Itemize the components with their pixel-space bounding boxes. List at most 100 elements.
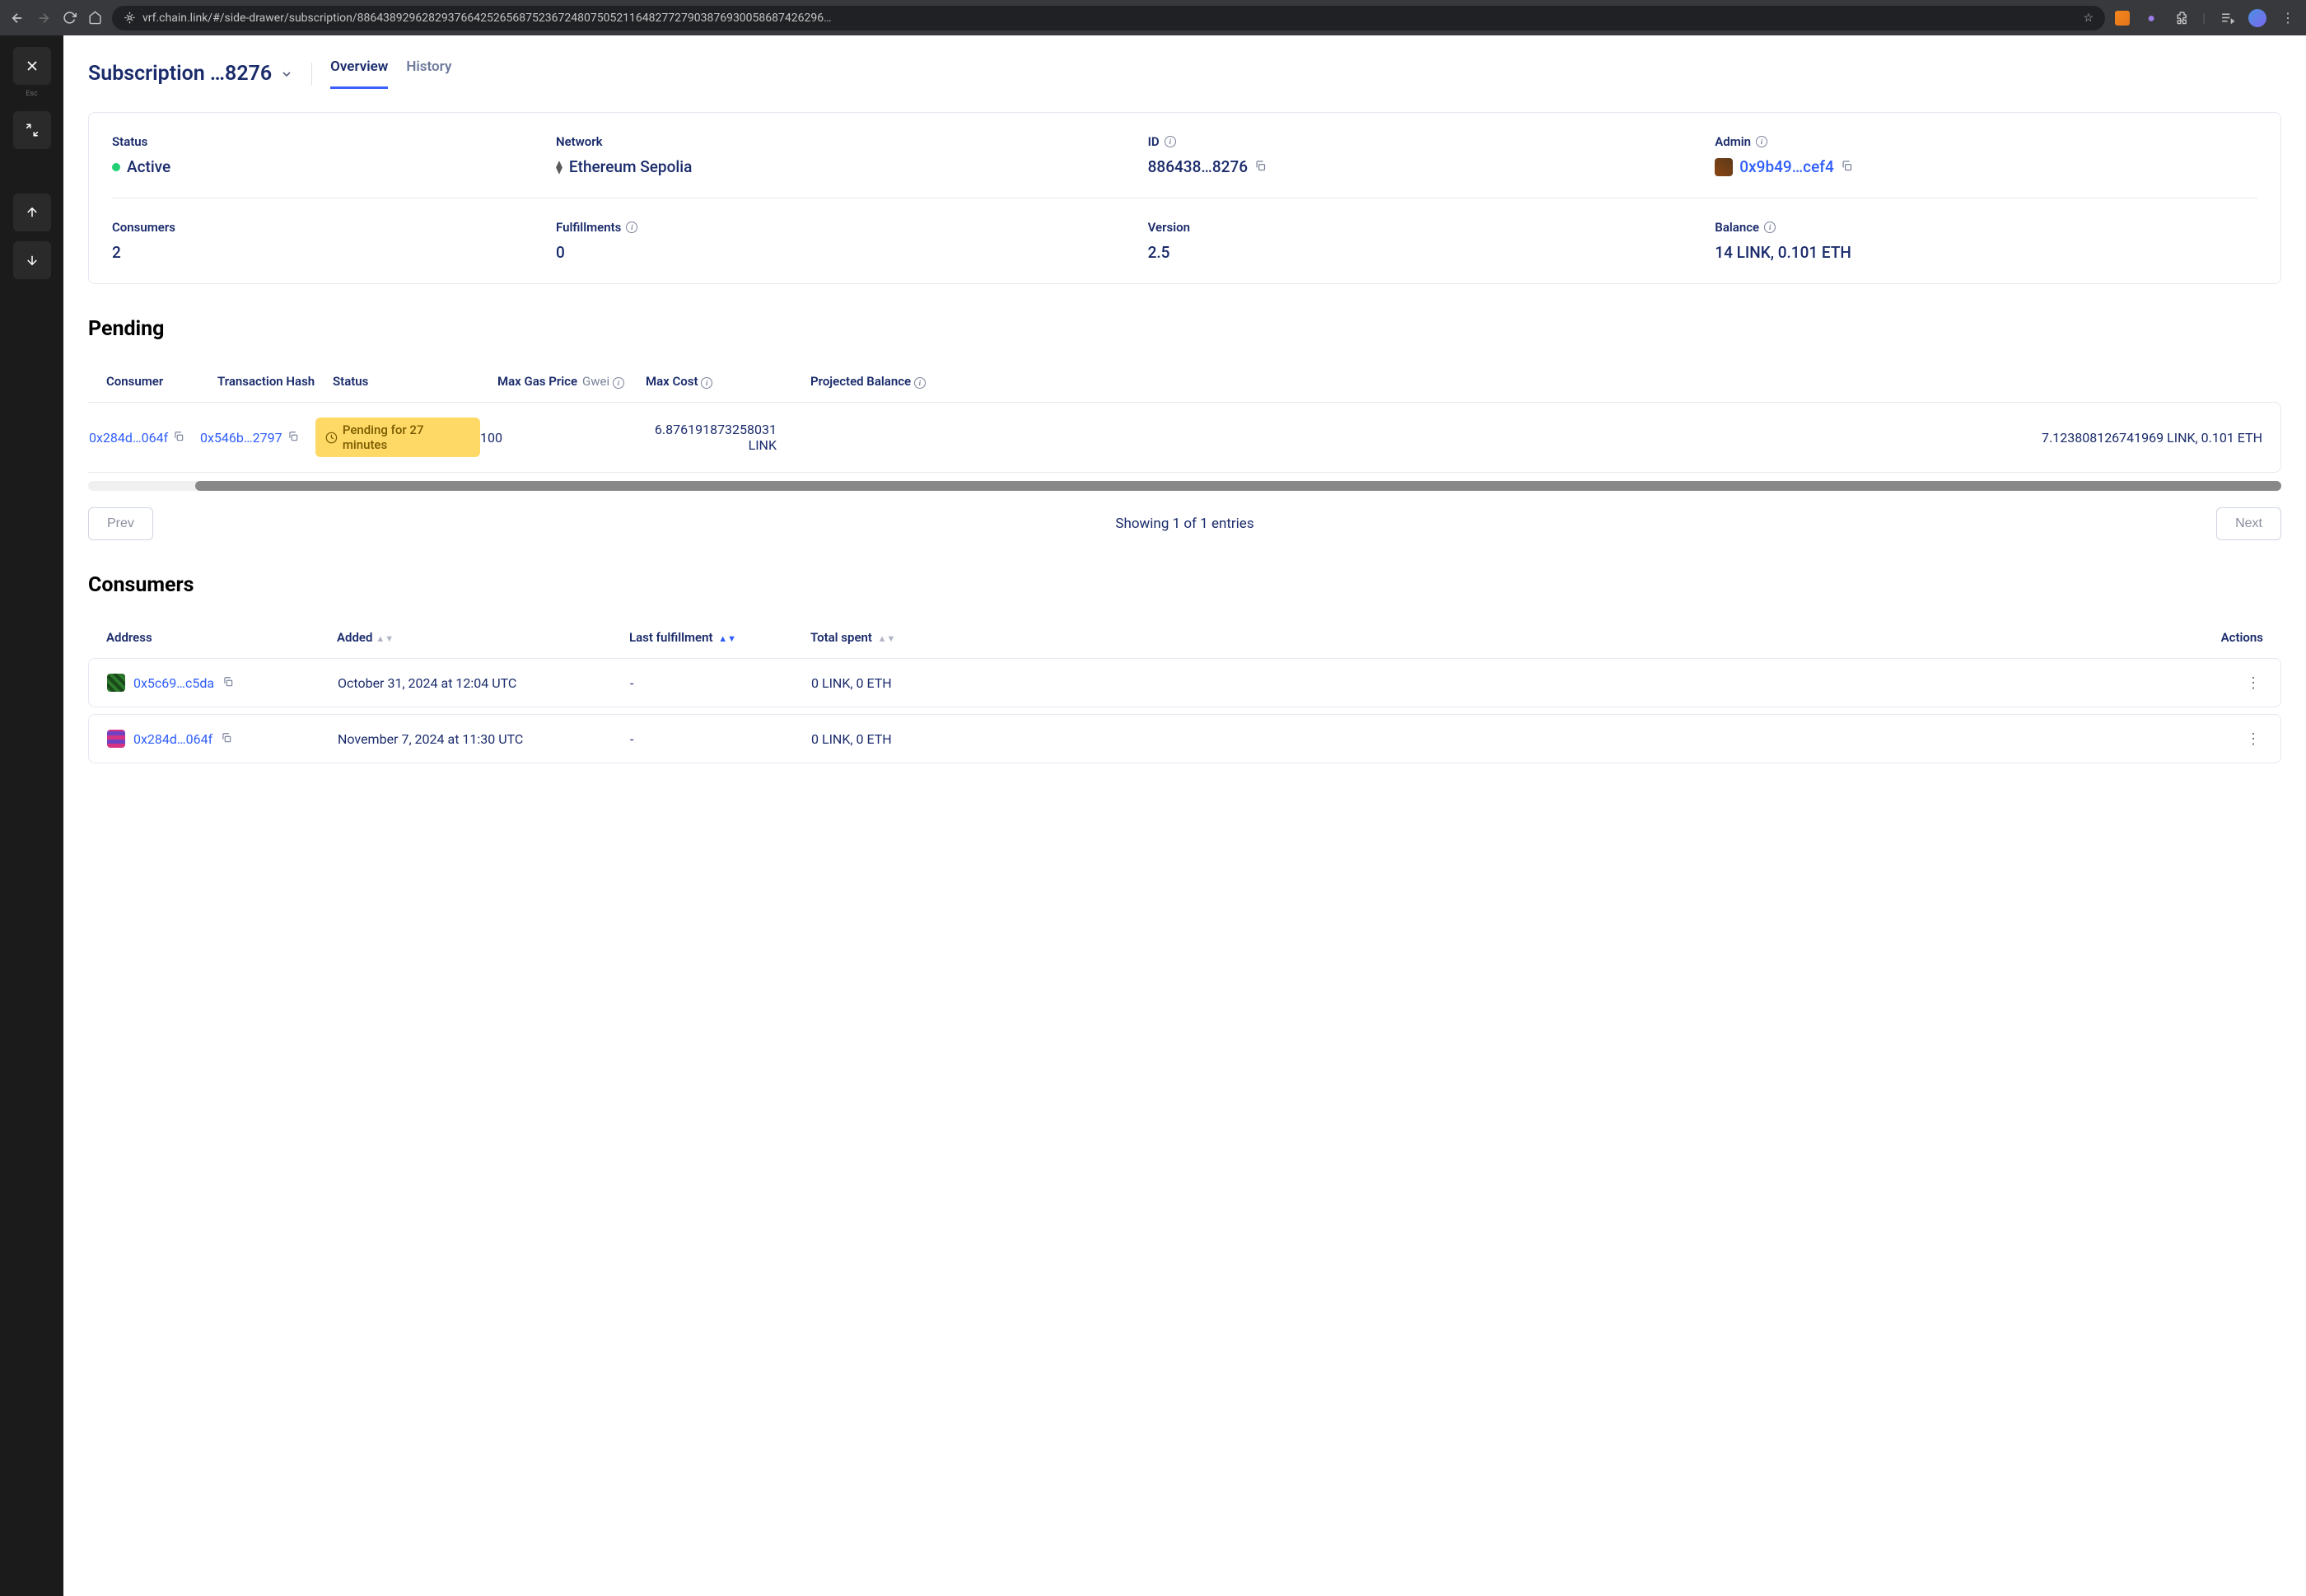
admin-label: Admin bbox=[1715, 134, 1751, 149]
pending-title: Pending bbox=[88, 317, 2281, 341]
col-added[interactable]: Added bbox=[337, 630, 372, 645]
tab-history[interactable]: History bbox=[406, 58, 451, 89]
maxcost-value: 6.876191873258031 LINK bbox=[628, 422, 777, 453]
col-txhash: Transaction Hash bbox=[217, 374, 333, 389]
sort-icon[interactable]: ▲▼ bbox=[717, 633, 737, 644]
ethereum-icon: ⧫ bbox=[556, 159, 562, 175]
close-drawer-button[interactable] bbox=[13, 47, 51, 85]
identicon-icon bbox=[1715, 158, 1733, 176]
arrow-up-button[interactable] bbox=[13, 194, 51, 231]
sort-icon[interactable]: ▲▼ bbox=[376, 633, 394, 644]
row-actions-menu[interactable]: ⋮ bbox=[2246, 730, 2262, 748]
sort-icon[interactable]: ▲▼ bbox=[875, 633, 896, 644]
pending-header-row: Consumer Transaction Hash Status Max Gas… bbox=[88, 361, 2281, 402]
site-settings-icon[interactable] bbox=[124, 12, 136, 24]
balance-label: Balance bbox=[1715, 220, 1759, 235]
info-icon[interactable]: i bbox=[1756, 136, 1767, 147]
consumer-address-link[interactable]: 0x284d…064f bbox=[133, 731, 212, 747]
copy-icon[interactable] bbox=[287, 430, 299, 446]
version-value: 2.5 bbox=[1148, 243, 1691, 262]
col-lastful[interactable]: Last fulfillment bbox=[629, 630, 713, 645]
copy-icon[interactable] bbox=[1841, 157, 1853, 176]
col-actions: Actions bbox=[992, 630, 2263, 645]
added-value: October 31, 2024 at 12:04 UTC bbox=[338, 675, 630, 691]
star-icon[interactable]: ☆ bbox=[2084, 12, 2094, 25]
balance-value: 14 LINK, 0.101 ETH bbox=[1715, 243, 2257, 262]
info-icon[interactable]: i bbox=[613, 377, 624, 389]
identicon-icon bbox=[107, 730, 125, 748]
profile-avatar-icon[interactable] bbox=[2248, 9, 2266, 27]
info-icon[interactable]: i bbox=[701, 377, 712, 389]
scrollbar-thumb[interactable] bbox=[195, 481, 2281, 491]
back-button[interactable] bbox=[10, 11, 25, 26]
consumers-title: Consumers bbox=[88, 573, 2281, 597]
col-spent[interactable]: Total spent bbox=[810, 630, 872, 645]
col-address: Address bbox=[106, 630, 337, 645]
added-value: November 7, 2024 at 11:30 UTC bbox=[338, 731, 630, 747]
version-label: Version bbox=[1148, 220, 1691, 235]
fulfillments-value: 0 bbox=[556, 243, 1123, 262]
col-maxgas: Max Gas Price bbox=[497, 374, 577, 389]
esc-label: Esc bbox=[26, 90, 37, 98]
metamask-extension-icon[interactable] bbox=[2115, 11, 2130, 26]
home-button[interactable] bbox=[88, 11, 102, 25]
divider bbox=[311, 63, 312, 86]
col-projbal: Projected Balance bbox=[810, 374, 911, 389]
row-actions-menu[interactable]: ⋮ bbox=[2246, 674, 2262, 692]
info-icon[interactable]: i bbox=[1165, 136, 1176, 147]
consumers-label: Consumers bbox=[112, 220, 531, 235]
page-title[interactable]: Subscription …8276 bbox=[88, 62, 293, 86]
info-icon[interactable]: i bbox=[1764, 222, 1776, 233]
info-icon[interactable]: i bbox=[626, 222, 637, 233]
reload-button[interactable] bbox=[63, 11, 77, 25]
collapse-button[interactable] bbox=[13, 111, 51, 149]
consumer-address-link[interactable]: 0x5c69…c5da bbox=[133, 675, 214, 691]
lastful-value: - bbox=[630, 731, 811, 747]
copy-icon[interactable] bbox=[221, 731, 232, 747]
status-label: Status bbox=[112, 134, 531, 149]
consumer-link[interactable]: 0x284d…064f bbox=[89, 430, 168, 446]
tab-overview[interactable]: Overview bbox=[330, 58, 388, 89]
lastful-value: - bbox=[630, 675, 811, 691]
nav-arrows bbox=[10, 11, 102, 26]
copy-icon[interactable] bbox=[1254, 157, 1267, 176]
pagination: Prev Showing 1 of 1 entries Next bbox=[88, 507, 2281, 540]
identicon-icon bbox=[107, 674, 125, 692]
clock-icon bbox=[325, 432, 338, 444]
network-label: Network bbox=[556, 134, 1123, 149]
spent-value: 0 LINK, 0 ETH bbox=[811, 675, 992, 691]
browser-chrome: vrf.chain.link/#/side-drawer/subscriptio… bbox=[0, 0, 2306, 35]
main-content: Subscription …8276 Overview History Stat… bbox=[63, 35, 2306, 1596]
extensions-puzzle-icon[interactable] bbox=[2173, 10, 2189, 26]
tabs: Overview History bbox=[330, 58, 451, 89]
next-button[interactable]: Next bbox=[2216, 507, 2281, 540]
pending-row: ıt 12:00 UTC 0x284d…064f 0x546b…2797 Pen… bbox=[88, 402, 2281, 473]
id-value: 886438…8276 bbox=[1148, 157, 1248, 176]
gwei-unit: Gwei bbox=[582, 374, 609, 389]
prev-button[interactable]: Prev bbox=[88, 507, 153, 540]
status-badge-text: Pending for 27 minutes bbox=[343, 422, 470, 452]
txhash-link[interactable]: 0x546b…2797 bbox=[200, 430, 282, 446]
col-status: Status bbox=[333, 374, 497, 389]
status-badge: Pending for 27 minutes bbox=[315, 418, 480, 457]
url-bar[interactable]: vrf.chain.link/#/side-drawer/subscriptio… bbox=[112, 6, 2105, 30]
extension-icon-2[interactable]: ● bbox=[2143, 10, 2159, 26]
drawer-sidebar: Esc bbox=[0, 35, 63, 1596]
chrome-menu-icon[interactable]: ⋮ bbox=[2280, 10, 2296, 26]
page-title-text: Subscription …8276 bbox=[88, 62, 272, 86]
status-value: Active bbox=[127, 157, 170, 176]
pending-table-scroll[interactable]: Consumer Transaction Hash Status Max Gas… bbox=[88, 361, 2281, 481]
pending-table: Consumer Transaction Hash Status Max Gas… bbox=[88, 361, 2281, 473]
info-icon[interactable]: i bbox=[914, 377, 926, 389]
copy-icon[interactable] bbox=[222, 675, 234, 691]
col-maxcost: Max Cost bbox=[646, 374, 698, 389]
consumer-row: 0x284d…064f November 7, 2024 at 11:30 UT… bbox=[88, 714, 2281, 763]
chrome-extensions: ● | ⋮ bbox=[2115, 9, 2296, 27]
admin-address-link[interactable]: 0x9b49…cef4 bbox=[1739, 157, 1833, 176]
forward-button[interactable] bbox=[36, 11, 51, 26]
media-control-icon[interactable] bbox=[2219, 10, 2235, 26]
consumers-header-row: Address Added ▲▼ Last fulfillment ▲▼ Tota… bbox=[88, 617, 2281, 658]
copy-icon[interactable] bbox=[173, 430, 184, 446]
arrow-down-button[interactable] bbox=[13, 241, 51, 279]
horizontal-scrollbar[interactable] bbox=[88, 481, 2281, 491]
